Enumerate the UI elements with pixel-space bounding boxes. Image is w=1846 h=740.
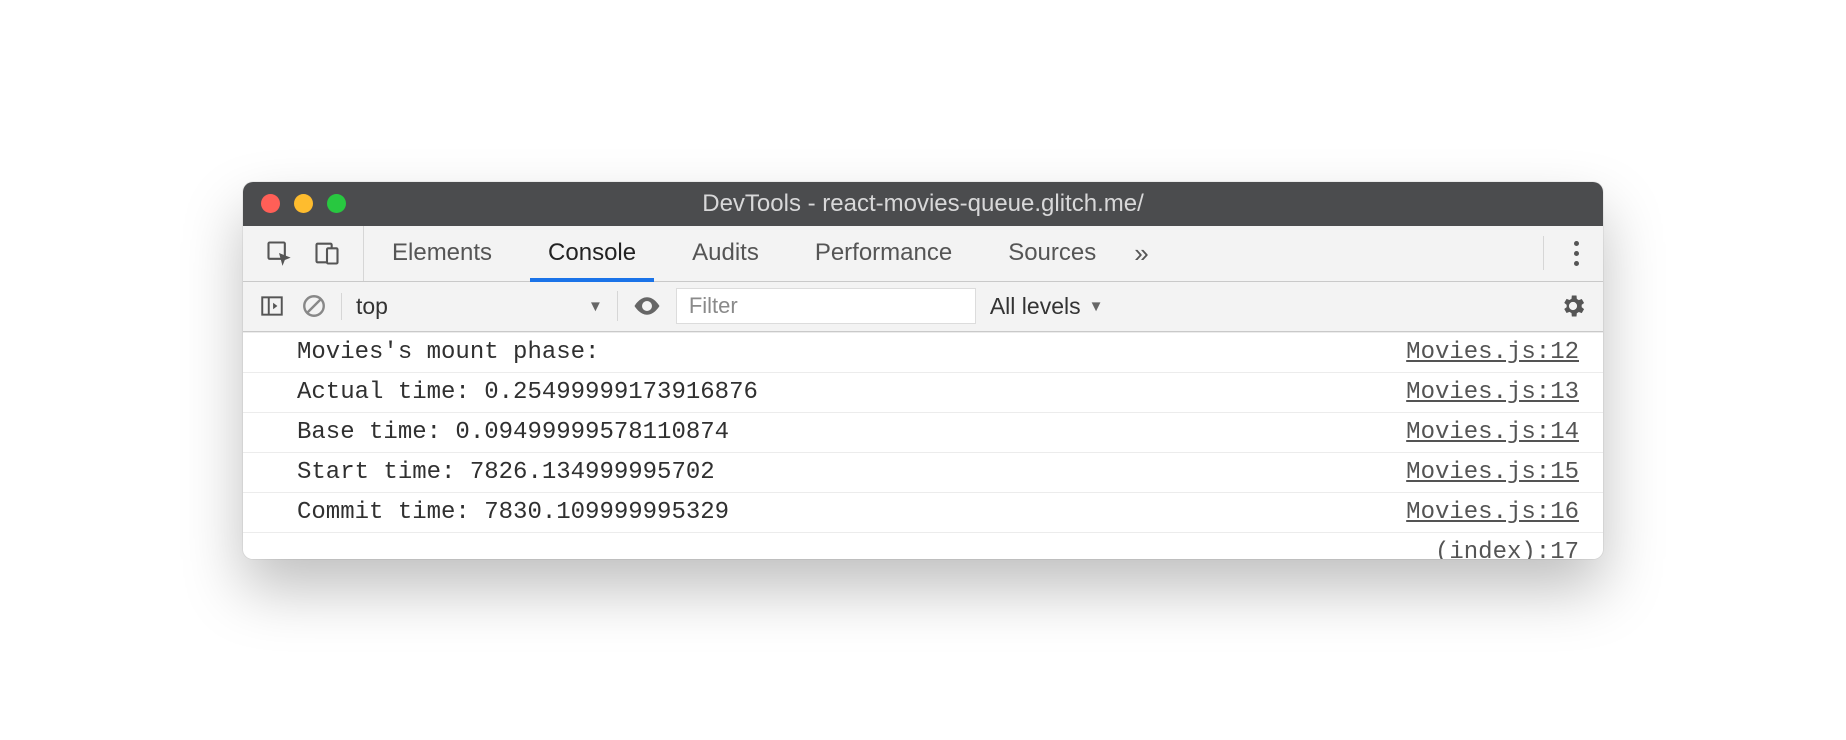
console-message: Start time: 7826.134999995702 xyxy=(297,459,715,486)
filter-input[interactable]: Filter xyxy=(676,288,976,324)
console-source-link[interactable]: Movies.js:12 xyxy=(1406,339,1579,366)
console-output: Movies's mount phase: Movies.js:12 Actua… xyxy=(243,332,1603,559)
console-row: Start time: 7826.134999995702 Movies.js:… xyxy=(243,453,1603,493)
zoom-window-button[interactable] xyxy=(327,194,346,213)
tab-console[interactable]: Console xyxy=(520,226,664,281)
console-source-link[interactable]: Movies.js:16 xyxy=(1406,499,1579,526)
console-row: Movies's mount phase: Movies.js:12 xyxy=(243,332,1603,373)
tab-audits[interactable]: Audits xyxy=(664,226,787,281)
clear-console-icon[interactable] xyxy=(301,293,327,319)
devtools-window: DevTools - react-movies-queue.glitch.me/… xyxy=(243,182,1603,559)
console-message: Base time: 0.09499999578110874 xyxy=(297,419,729,446)
tab-performance[interactable]: Performance xyxy=(787,226,980,281)
console-row: Actual time: 0.25499999173916876 Movies.… xyxy=(243,373,1603,413)
console-row: (index):17 xyxy=(243,533,1603,559)
execution-context-select[interactable]: top ▼ xyxy=(341,293,603,320)
console-toolbar: top ▼ Filter All levels ▼ xyxy=(243,282,1603,332)
device-toolbar-icon[interactable] xyxy=(313,239,341,267)
minimize-window-button[interactable] xyxy=(294,194,313,213)
console-settings-icon[interactable] xyxy=(1559,292,1587,320)
console-source-link[interactable]: Movies.js:13 xyxy=(1406,379,1579,406)
filter-placeholder: Filter xyxy=(689,293,738,319)
live-expression-icon[interactable] xyxy=(617,291,662,321)
log-levels-label: All levels xyxy=(990,293,1081,320)
tab-elements[interactable]: Elements xyxy=(364,226,520,281)
tabs-overflow-button[interactable]: » xyxy=(1124,226,1158,281)
console-row: Commit time: 7830.109999995329 Movies.js… xyxy=(243,493,1603,533)
execution-context-label: top xyxy=(356,293,388,320)
console-source-link[interactable]: (index):17 xyxy=(1435,539,1579,559)
more-options-icon[interactable] xyxy=(1566,235,1587,272)
devtools-tabbar: Elements Console Audits Performance Sour… xyxy=(243,226,1603,282)
traffic-lights xyxy=(243,194,346,213)
inspect-element-icon[interactable] xyxy=(265,239,293,267)
console-source-link[interactable]: Movies.js:15 xyxy=(1406,459,1579,486)
log-levels-select[interactable]: All levels ▼ xyxy=(990,293,1104,320)
window-title: DevTools - react-movies-queue.glitch.me/ xyxy=(243,190,1603,218)
toggle-sidebar-icon[interactable] xyxy=(259,293,285,319)
close-window-button[interactable] xyxy=(261,194,280,213)
console-message: Actual time: 0.25499999173916876 xyxy=(297,379,758,406)
dropdown-triangle-icon: ▼ xyxy=(588,298,603,315)
console-message: Commit time: 7830.109999995329 xyxy=(297,499,729,526)
titlebar: DevTools - react-movies-queue.glitch.me/ xyxy=(243,182,1603,226)
dropdown-triangle-icon: ▼ xyxy=(1089,298,1104,315)
console-row: Base time: 0.09499999578110874 Movies.js… xyxy=(243,413,1603,453)
console-source-link[interactable]: Movies.js:14 xyxy=(1406,419,1579,446)
tab-sources[interactable]: Sources xyxy=(980,226,1124,281)
console-message: Movies's mount phase: xyxy=(297,339,599,366)
divider xyxy=(1543,236,1544,270)
